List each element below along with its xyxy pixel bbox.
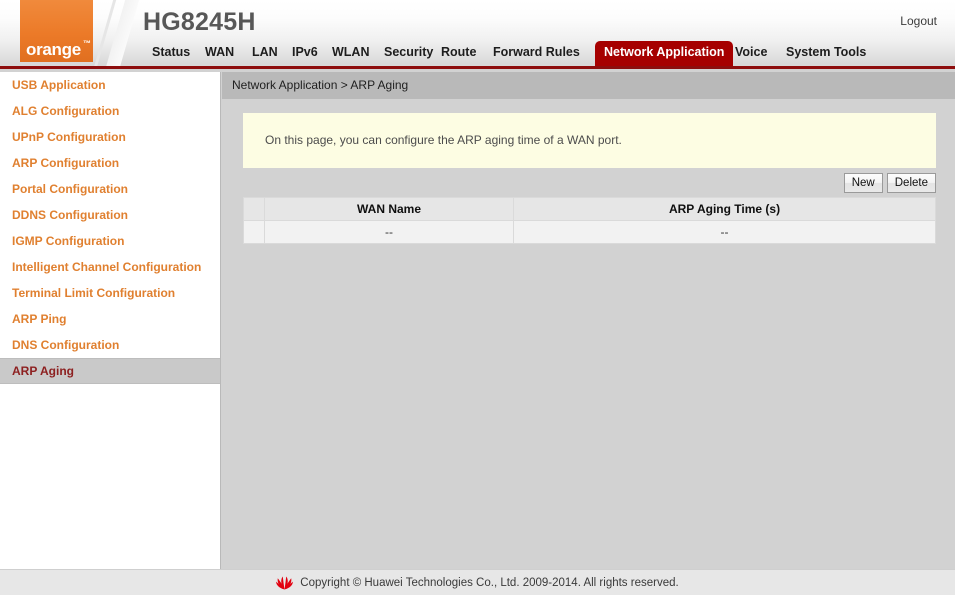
- nav-item-wlan[interactable]: WLAN: [326, 41, 376, 66]
- row-checkbox-cell[interactable]: [243, 220, 265, 244]
- new-button[interactable]: New: [843, 173, 883, 193]
- router-admin-page: orange ™ HG8245H Logout Status WAN LAN IPv6…: [0, 0, 955, 595]
- breadcrumb: Network Application > ARP Aging: [222, 72, 955, 99]
- sidebar-item-upnp-configuration[interactable]: UPnP Configuration: [0, 124, 220, 150]
- column-header-checkbox: [243, 197, 265, 221]
- column-header-wan-name: WAN Name: [264, 197, 514, 221]
- cell-arp-aging-time: --: [513, 220, 936, 244]
- sidebar-item-arp-configuration[interactable]: ARP Configuration: [0, 150, 220, 176]
- table-body: -- --: [243, 220, 936, 244]
- page-footer: Copyright © Huawei Technologies Co., Ltd…: [0, 569, 955, 595]
- nav-item-route[interactable]: Route: [435, 41, 482, 66]
- sidebar: USB Application ALG Configuration UPnP Con…: [0, 72, 221, 569]
- sidebar-item-arp-aging[interactable]: ARP Aging: [0, 358, 220, 384]
- main-content: Network Application > ARP Aging On this …: [222, 72, 955, 569]
- sidebar-item-igmp-configuration[interactable]: IGMP Configuration: [0, 228, 220, 254]
- sidebar-item-portal-configuration[interactable]: Portal Configuration: [0, 176, 220, 202]
- nav-item-network-application[interactable]: Network Application: [595, 41, 734, 66]
- sidebar-item-intelligent-channel-configuration[interactable]: Intelligent Channel Configuration: [0, 254, 220, 280]
- main-navigation: Status WAN LAN IPv6 WLAN Security Route Forward…: [0, 41, 955, 66]
- copyright-text: Copyright © Huawei Technologies Co., Ltd…: [300, 576, 679, 589]
- table-header: WAN Name ARP Aging Time (s): [243, 197, 936, 221]
- huawei-logo-icon: [276, 575, 294, 590]
- page-title: HG8245H: [143, 8, 256, 36]
- page-header: orange ™ HG8245H Logout Status WAN LAN IPv6…: [0, 0, 955, 69]
- sidebar-item-dns-configuration[interactable]: DNS Configuration: [0, 332, 220, 358]
- nav-item-security[interactable]: Security: [378, 41, 439, 66]
- column-header-arp-aging-time: ARP Aging Time (s): [513, 197, 936, 221]
- nav-item-ipv6[interactable]: IPv6: [286, 41, 324, 66]
- cell-wan-name: --: [264, 220, 514, 244]
- sidebar-item-alg-configuration[interactable]: ALG Configuration: [0, 98, 220, 124]
- arp-aging-table: WAN Name ARP Aging Time (s) -- --: [243, 197, 936, 244]
- sidebar-item-ddns-configuration[interactable]: DDNS Configuration: [0, 202, 220, 228]
- nav-item-status[interactable]: Status: [146, 41, 196, 66]
- nav-item-system-tools[interactable]: System Tools: [780, 41, 872, 66]
- table-header-row: WAN Name ARP Aging Time (s): [243, 197, 936, 221]
- info-banner: On this page, you can configure the ARP …: [243, 113, 936, 168]
- sidebar-item-usb-application[interactable]: USB Application: [0, 72, 220, 98]
- logout-button[interactable]: Logout: [900, 14, 937, 28]
- delete-button[interactable]: Delete: [886, 173, 936, 193]
- nav-item-voice[interactable]: Voice: [729, 41, 773, 66]
- table-action-buttons: New Delete: [843, 173, 936, 193]
- sidebar-item-arp-ping[interactable]: ARP Ping: [0, 306, 220, 332]
- sidebar-item-terminal-limit-configuration[interactable]: Terminal Limit Configuration: [0, 280, 220, 306]
- table-row[interactable]: -- --: [243, 220, 936, 244]
- nav-item-lan[interactable]: LAN: [246, 41, 284, 66]
- nav-item-wan[interactable]: WAN: [199, 41, 240, 66]
- nav-item-forward-rules[interactable]: Forward Rules: [487, 41, 586, 66]
